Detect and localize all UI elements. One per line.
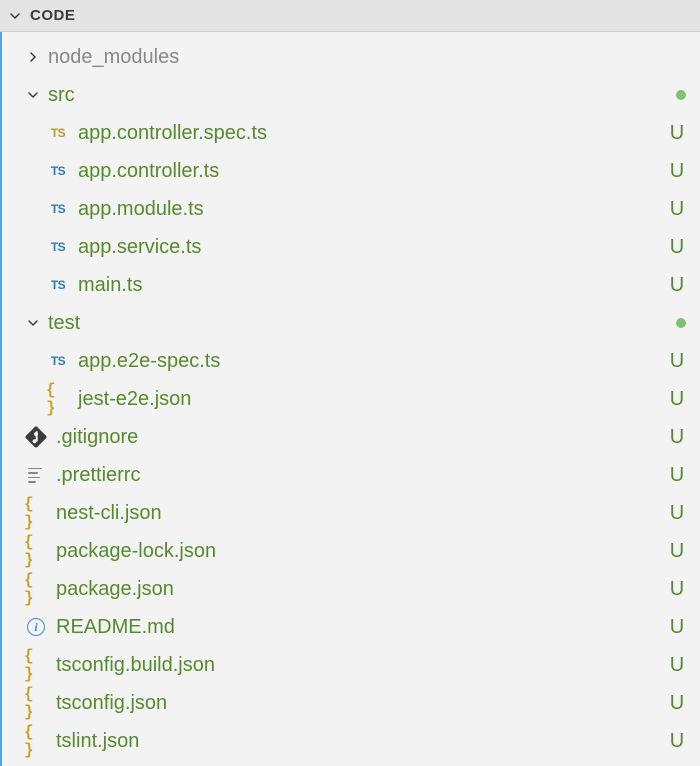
node-label: app.service.ts [78,236,668,259]
git-status-badge: U [668,692,686,715]
git-status-badge: U [668,502,686,525]
typescript-icon: TS [46,197,70,221]
node-label: tslint.json [56,730,668,753]
file-item[interactable]: { } jest-e2e.jsonU [2,380,700,418]
chevron-down-icon [24,314,42,332]
node-label: .gitignore [56,426,668,449]
node-label: tsconfig.json [56,692,668,715]
node-label: app.module.ts [78,198,668,221]
node-label: package.json [56,578,668,601]
readme-icon: i [24,615,48,639]
node-label: nest-cli.json [56,502,668,525]
folder-item-test[interactable]: test [2,304,700,342]
git-status-badge: U [668,122,686,145]
git-status-badge: U [668,578,686,601]
file-item[interactable]: TS app.e2e-spec.tsU [2,342,700,380]
node-label: package-lock.json [56,540,668,563]
file-item[interactable]: .gitignoreU [2,418,700,456]
panel-title: CODE [30,7,75,24]
chevron-down-icon [6,7,24,25]
node-label: app.e2e-spec.ts [78,350,668,373]
file-tree: node_modulessrcTSapp.controller.spec.tsU… [0,32,700,766]
node-label: app.controller.spec.ts [78,122,668,145]
json-icon: { } [46,387,70,411]
git-status-badge: U [668,464,686,487]
file-item[interactable]: .prettierrcU [2,456,700,494]
git-status-badge: U [668,236,686,259]
git-status-badge: U [668,540,686,563]
node-label: main.ts [78,274,668,297]
file-item[interactable]: TS app.module.tsU [2,190,700,228]
git-status-badge: U [668,730,686,753]
json-icon: { } [24,501,48,525]
git-status-badge: U [668,654,686,677]
file-item[interactable]: TS main.tsU [2,266,700,304]
git-status-badge: U [668,388,686,411]
file-item[interactable]: { } package-lock.jsonU [2,532,700,570]
typescript-test-icon: TS [46,121,70,145]
folder-item-src[interactable]: src [2,76,700,114]
file-item[interactable]: TS app.controller.tsU [2,152,700,190]
git-status-badge: U [668,198,686,221]
file-item[interactable]: TS app.service.tsU [2,228,700,266]
node-label: tsconfig.build.json [56,654,668,677]
file-item[interactable]: { } nest-cli.jsonU [2,494,700,532]
json-icon: { } [24,577,48,601]
git-status-dot [676,90,686,100]
file-item[interactable]: { } tsconfig.build.jsonU [2,646,700,684]
node-label: app.controller.ts [78,160,668,183]
node-label: README.md [56,616,668,639]
git-status-badge: U [668,616,686,639]
typescript-icon: TS [46,235,70,259]
chevron-down-icon [24,86,42,104]
explorer-header[interactable]: CODE [0,0,700,32]
git-status-badge: U [668,160,686,183]
json-icon: { } [24,691,48,715]
node-label: src [48,84,676,107]
file-item[interactable]: TS app.controller.spec.tsU [2,114,700,152]
git-status-badge: U [668,350,686,373]
explorer-panel: CODE node_modulessrc TS app.controller.spe… [0,0,700,764]
git-icon [24,425,48,449]
json-icon: { } [24,729,48,753]
folder-item-node_modules[interactable]: node_modules [2,38,700,76]
typescript-icon: TS [46,273,70,297]
git-status-badge: U [668,426,686,449]
json-icon: { } [24,653,48,677]
node-label: .prettierrc [56,464,668,487]
text-file-icon [24,463,48,487]
file-item[interactable]: { } tsconfig.jsonU [2,684,700,722]
git-status-badge: U [668,274,686,297]
chevron-right-icon [24,48,42,66]
typescript-icon: TS [46,159,70,183]
node-label: node_modules [48,46,686,69]
file-item[interactable]: { } package.jsonU [2,570,700,608]
node-label: jest-e2e.json [78,388,668,411]
git-status-dot [676,318,686,328]
file-item[interactable]: i README.mdU [2,608,700,646]
json-icon: { } [24,539,48,563]
file-item[interactable]: { } tslint.jsonU [2,722,700,760]
typescript-icon: TS [46,349,70,373]
node-label: test [48,312,676,335]
